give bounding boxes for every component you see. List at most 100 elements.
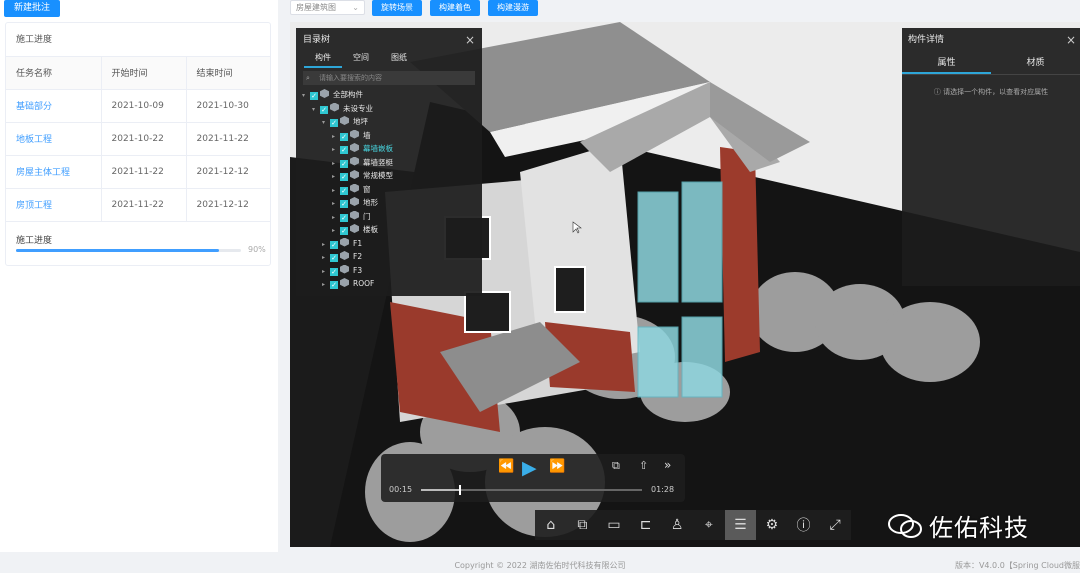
task-name[interactable]: 房屋主体工程	[6, 155, 102, 189]
measure-icon[interactable]: ▭	[598, 510, 630, 540]
tree-search-input[interactable]: ⌕ 请输入要搜索的内容	[303, 71, 475, 85]
caret-right-icon[interactable]: ▸	[332, 157, 340, 171]
playback-track[interactable]	[421, 489, 642, 491]
tree-node[interactable]: ▸ ✓ ROOF	[296, 277, 482, 291]
info-icon[interactable]: ⓘ	[788, 510, 820, 540]
rewind-icon[interactable]: ⏪	[498, 459, 514, 474]
checkbox[interactable]: ✓	[340, 132, 348, 141]
tree-node[interactable]: ▾ ✓ 未设专业	[296, 102, 482, 116]
checkbox[interactable]: ✓	[330, 240, 338, 249]
tree-node[interactable]: ▸ ✓ F1	[296, 237, 482, 251]
tree-node[interactable]: ▸ ✓ 幕墙竖梃	[296, 156, 482, 170]
table-row[interactable]: 房顶工程 2021-11-22 2021-12-12	[6, 188, 270, 222]
cube-icon	[350, 183, 359, 193]
checkbox[interactable]: ✓	[340, 227, 348, 235]
share-icon[interactable]: ⇧	[639, 459, 648, 472]
table-row[interactable]: 基础部分 2021-10-09 2021-10-30	[6, 89, 270, 123]
tree-node[interactable]: ▸ ✓ 地形	[296, 196, 482, 210]
playback-handle[interactable]	[458, 485, 461, 495]
schedule-card: 施工进度 任务名称 开始时间 结束时间 基础部分 2021-10-09 2021…	[5, 22, 271, 266]
tree-node[interactable]: ▾ ✓ 地坪	[296, 115, 482, 129]
checkbox[interactable]: ✓	[330, 281, 338, 289]
task-name[interactable]: 基础部分	[6, 89, 102, 123]
tab-material[interactable]: 材质	[991, 52, 1080, 74]
screen-icon[interactable]: ⧉	[612, 459, 620, 473]
tree-node[interactable]: ▸ ✓ 楼板	[296, 223, 482, 237]
caret-right-icon[interactable]: ▸	[322, 265, 330, 279]
progress-fill	[16, 249, 219, 252]
checkbox[interactable]: ✓	[320, 105, 328, 114]
tree-node[interactable]: ▸ ✓ 窗	[296, 183, 482, 197]
tree-node[interactable]: ▾ ✓ 全部构件	[296, 88, 482, 102]
playback-fill	[421, 489, 459, 491]
checkbox[interactable]: ✓	[330, 119, 338, 127]
table-row[interactable]: 房屋主体工程 2021-11-22 2021-12-12	[6, 155, 270, 189]
close-icon[interactable]: ×	[465, 33, 475, 47]
caret-right-icon[interactable]: ▸	[332, 143, 340, 157]
caret-right-icon[interactable]: ▸	[332, 170, 340, 184]
tab-drawings[interactable]: 图纸	[380, 52, 418, 68]
start-date: 2021-10-09	[101, 89, 187, 123]
component-color-button[interactable]: 构建着色	[430, 0, 480, 16]
tab-properties[interactable]: 属性	[902, 52, 991, 74]
section-icon[interactable]: ⊏	[630, 510, 662, 540]
fullscreen-icon[interactable]: ⤢	[819, 510, 851, 540]
checkbox[interactable]: ✓	[330, 267, 338, 276]
caret-down-icon[interactable]: ▾	[302, 89, 310, 103]
caret-right-icon[interactable]: ▸	[332, 211, 340, 225]
caret-right-icon[interactable]: ▸	[332, 184, 340, 198]
cube-icon	[340, 251, 349, 260]
zoom-box-icon[interactable]: ⧉	[567, 510, 599, 540]
checkbox[interactable]: ✓	[330, 254, 338, 262]
progress-percent: 90%	[248, 245, 266, 254]
tree-node-label: 幕墙竖梃	[363, 157, 393, 167]
locate-icon[interactable]: ⌖	[693, 510, 725, 540]
end-date: 2021-12-12	[186, 155, 270, 189]
checkbox[interactable]: ✓	[340, 186, 348, 195]
component-roam-button[interactable]: 构建漫游	[488, 0, 538, 16]
tree-node[interactable]: ▸ ✓ 门	[296, 210, 482, 224]
fast-forward-icon[interactable]: ⏩	[549, 459, 565, 474]
caret-down-icon[interactable]: ▾	[322, 116, 330, 130]
catalog-tree-panel: 目录树 × 构件 空间 图纸 ⌕ 请输入要搜索的内容 ▾ ✓ 全部构件 ▾ ✓ 未设专业 ▾…	[296, 28, 482, 296]
checkbox[interactable]: ✓	[310, 92, 318, 100]
task-name[interactable]: 房顶工程	[6, 188, 102, 222]
caret-down-icon[interactable]: ▾	[312, 103, 320, 117]
checkbox[interactable]: ✓	[340, 146, 348, 154]
home-icon[interactable]: ⌂	[535, 510, 567, 540]
start-date: 2021-11-22	[101, 155, 187, 189]
close-icon[interactable]: ×	[1066, 33, 1076, 47]
caret-right-icon[interactable]: ▸	[322, 238, 330, 252]
tab-components[interactable]: 构件	[304, 52, 342, 68]
new-annotation-button[interactable]: 新建批注	[4, 0, 61, 17]
tree-node[interactable]: ▸ ✓ 幕墙嵌板	[296, 142, 482, 156]
tree-node[interactable]: ▸ ✓ 常规模型	[296, 169, 482, 183]
model-select[interactable]: 房屋建筑图 ⌄	[290, 0, 365, 15]
play-icon[interactable]: ▶	[522, 457, 544, 479]
checkbox[interactable]: ✓	[340, 159, 348, 168]
tree-node[interactable]: ▸ ✓ F3	[296, 264, 482, 278]
task-name[interactable]: 地板工程	[6, 122, 102, 156]
cube-icon	[350, 170, 359, 179]
caret-right-icon[interactable]: ▸	[332, 130, 340, 144]
person-icon[interactable]: ♙	[661, 510, 693, 540]
tree-node[interactable]: ▸ ✓ 墙	[296, 129, 482, 143]
tree-node-label: 窗	[363, 184, 371, 194]
tree-node-label: 墙	[363, 130, 371, 140]
rotate-scene-button[interactable]: 旋转场景	[372, 0, 422, 16]
checkbox[interactable]: ✓	[340, 200, 348, 208]
gear-icon[interactable]: ⚙	[756, 510, 788, 540]
end-date: 2021-10-30	[186, 89, 270, 123]
cube-icon	[320, 89, 329, 98]
tree-node[interactable]: ▸ ✓ F2	[296, 250, 482, 264]
list-icon[interactable]: ☰	[724, 510, 757, 540]
table-row[interactable]: 地板工程 2021-10-22 2021-11-22	[6, 122, 270, 156]
checkbox[interactable]: ✓	[340, 173, 348, 181]
caret-right-icon[interactable]: ▸	[332, 197, 340, 211]
caret-right-icon[interactable]: ▸	[322, 278, 330, 292]
tab-space[interactable]: 空间	[342, 52, 380, 68]
caret-right-icon[interactable]: ▸	[332, 224, 340, 238]
caret-right-icon[interactable]: ▸	[322, 251, 330, 265]
checkbox[interactable]: ✓	[340, 213, 348, 222]
more-icon[interactable]: »	[664, 458, 671, 472]
